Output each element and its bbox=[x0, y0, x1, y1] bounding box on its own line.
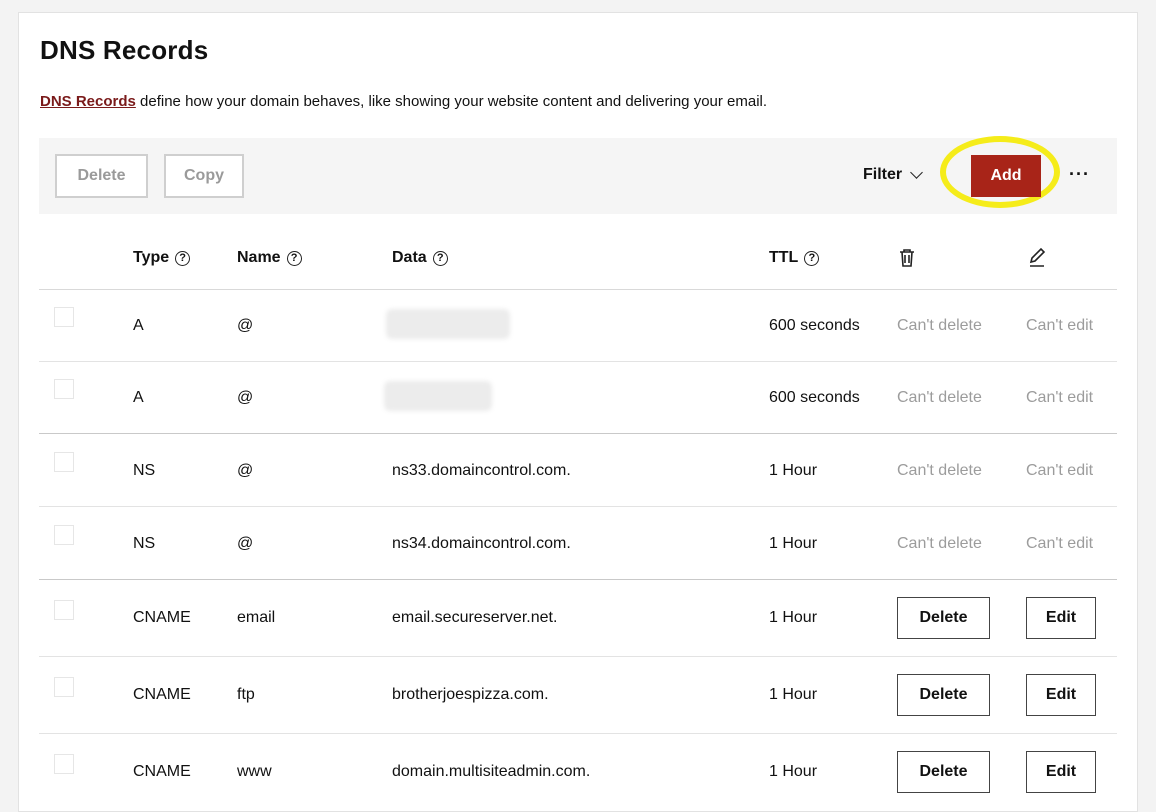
record-data: ns33.domaincontrol.com. bbox=[392, 462, 571, 479]
record-data: brotherjoespizza.com. bbox=[392, 686, 549, 703]
column-header-data: Data ? bbox=[392, 249, 448, 267]
column-header-name: Name ? bbox=[237, 249, 302, 267]
dns-records-link[interactable]: DNS Records bbox=[40, 93, 136, 110]
page-description: DNS Records define how your domain behav… bbox=[40, 93, 767, 110]
dns-records-panel: DNS Records DNS Records define how your … bbox=[18, 12, 1138, 812]
record-ttl: 1 Hour bbox=[769, 763, 818, 780]
record-type: A bbox=[133, 317, 144, 334]
edit-button[interactable]: Edit bbox=[1026, 751, 1096, 793]
record-ttl: 1 Hour bbox=[769, 535, 818, 552]
record-ttl: 600 seconds bbox=[769, 317, 860, 334]
row-checkbox[interactable] bbox=[54, 600, 74, 620]
row-checkbox[interactable] bbox=[54, 452, 74, 472]
filter-label: Filter bbox=[863, 166, 903, 183]
row-checkbox[interactable] bbox=[54, 677, 74, 697]
table-row: CNAME ftp brotherjoespizza.com. 1 Hour D… bbox=[39, 657, 1117, 734]
redacted-data bbox=[384, 381, 492, 411]
ttl-header-label: TTL bbox=[769, 249, 799, 266]
table-row: CNAME www domain.multisiteadmin.com. 1 H… bbox=[39, 734, 1117, 810]
data-header-label: Data bbox=[392, 249, 427, 266]
cant-edit-text: Can't edit bbox=[1026, 462, 1094, 479]
description-text: define how your domain behaves, like sho… bbox=[135, 93, 768, 110]
redacted-data bbox=[386, 309, 510, 339]
record-name: ftp bbox=[237, 686, 255, 703]
trash-icon bbox=[897, 247, 917, 269]
record-type: CNAME bbox=[133, 763, 191, 780]
table-row: A @ 600 seconds Can't delete Can't edit bbox=[39, 361, 1117, 434]
help-icon[interactable]: ? bbox=[286, 250, 302, 266]
record-type: CNAME bbox=[133, 686, 191, 703]
record-ttl: 1 Hour bbox=[769, 609, 818, 626]
row-checkbox[interactable] bbox=[54, 379, 74, 399]
edit-button[interactable]: Edit bbox=[1026, 674, 1096, 716]
name-header-label: Name bbox=[237, 249, 281, 266]
edit-button[interactable]: Edit bbox=[1026, 597, 1096, 639]
type-header-label: Type bbox=[133, 249, 170, 266]
record-name: @ bbox=[237, 462, 254, 479]
pencil-icon bbox=[1027, 247, 1047, 269]
delete-button[interactable]: Delete bbox=[897, 597, 990, 639]
row-checkbox[interactable] bbox=[54, 754, 74, 774]
column-header-type: Type ? bbox=[133, 249, 191, 267]
record-type: NS bbox=[133, 462, 156, 479]
help-icon[interactable]: ? bbox=[175, 250, 191, 266]
cant-edit-text: Can't edit bbox=[1026, 389, 1094, 406]
delete-button[interactable]: Delete bbox=[897, 674, 990, 716]
cant-edit-text: Can't edit bbox=[1026, 535, 1094, 552]
record-data: domain.multisiteadmin.com. bbox=[392, 763, 591, 780]
record-ttl: 1 Hour bbox=[769, 686, 818, 703]
cant-delete-text: Can't delete bbox=[897, 462, 982, 479]
filter-dropdown[interactable]: Filter bbox=[863, 165, 923, 184]
help-icon[interactable]: ? bbox=[432, 250, 448, 266]
column-header-ttl: TTL ? bbox=[769, 249, 820, 267]
record-data: ns34.domaincontrol.com. bbox=[392, 535, 571, 552]
cant-delete-text: Can't delete bbox=[897, 317, 982, 334]
record-name: www bbox=[237, 763, 272, 780]
record-type: NS bbox=[133, 535, 156, 552]
cant-delete-text: Can't delete bbox=[897, 535, 982, 552]
row-checkbox[interactable] bbox=[54, 307, 74, 327]
record-ttl: 600 seconds bbox=[769, 389, 860, 406]
table-row: A @ 600 seconds Can't delete Can't edit bbox=[39, 289, 1117, 362]
table-row: NS @ ns34.domaincontrol.com. 1 Hour Can'… bbox=[39, 507, 1117, 580]
record-ttl: 1 Hour bbox=[769, 462, 818, 479]
add-record-button[interactable]: Add bbox=[971, 155, 1041, 197]
cant-delete-text: Can't delete bbox=[897, 389, 982, 406]
record-data: email.secureserver.net. bbox=[392, 609, 558, 626]
bulk-copy-button[interactable]: Copy bbox=[164, 154, 244, 198]
records-toolbar: Delete Copy Filter Add ··· bbox=[39, 136, 1117, 214]
record-name: @ bbox=[237, 317, 254, 334]
table-row: CNAME email email.secureserver.net. 1 Ho… bbox=[39, 580, 1117, 657]
help-icon[interactable]: ? bbox=[804, 250, 820, 266]
row-checkbox[interactable] bbox=[54, 525, 74, 545]
cant-edit-text: Can't edit bbox=[1026, 317, 1094, 334]
record-type: A bbox=[133, 389, 144, 406]
record-name: @ bbox=[237, 389, 254, 406]
chevron-down-icon bbox=[910, 165, 923, 179]
delete-button[interactable]: Delete bbox=[897, 751, 990, 793]
record-name: @ bbox=[237, 535, 254, 552]
page-title: DNS Records bbox=[40, 35, 209, 65]
more-options-icon[interactable]: ··· bbox=[1069, 164, 1090, 185]
record-type: CNAME bbox=[133, 609, 191, 626]
table-header: Type ? Name ? Data ? TTL ? bbox=[39, 227, 1117, 290]
bulk-delete-button[interactable]: Delete bbox=[55, 154, 148, 198]
table-row: NS @ ns33.domaincontrol.com. 1 Hour Can'… bbox=[39, 434, 1117, 507]
record-name: email bbox=[237, 609, 276, 626]
